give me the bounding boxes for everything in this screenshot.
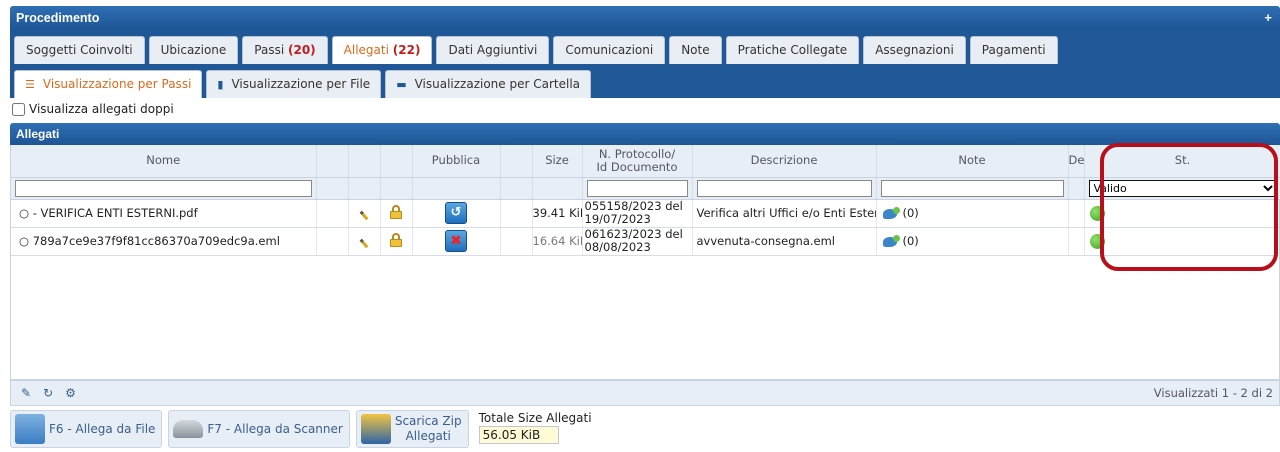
row-nome[interactable]: ○ - VERIFICA ENTI ESTERNI.pdf: [11, 199, 317, 228]
filter-stato-select[interactable]: Valido: [1088, 179, 1277, 197]
allegati-grid: Nome Pubblica Size N. Protocollo/ Id Doc…: [10, 145, 1280, 380]
col-header-pubblica[interactable]: Pubblica: [412, 145, 501, 178]
zip-archive-icon: [360, 414, 391, 444]
lock-icon[interactable]: [390, 232, 402, 247]
subtab-per-cartella[interactable]: ▬ Visualizzazione per Cartella: [385, 70, 592, 98]
panel-title: Procedimento: [16, 11, 100, 25]
filter-descrizione-input[interactable]: [696, 179, 872, 197]
allega-da-file-button[interactable]: F6 - Allega da File: [10, 410, 163, 448]
scarica-zip-button[interactable]: Scarica Zip Allegati: [355, 410, 469, 448]
col-header-blank: [316, 145, 349, 178]
tab-comunicazioni[interactable]: Comunicazioni: [553, 36, 666, 64]
filter-nome-input[interactable]: [15, 179, 312, 197]
allega-da-scanner-button[interactable]: F7 - Allega da Scanner: [168, 410, 350, 448]
folder-icon: ▬: [396, 78, 407, 91]
row-size: 16.64 KiB: [532, 227, 583, 256]
file-icon: ▮: [217, 78, 224, 91]
totale-size-value: 56.05 KiB: [478, 426, 559, 444]
list-icon: ☰: [25, 78, 35, 91]
tab-count: (22): [392, 43, 421, 57]
tab-pratiche-collegate[interactable]: Pratiche Collegate: [725, 36, 860, 64]
row-descrizione: Verifica altri Uffici e/o Enti Esterni: [692, 199, 877, 228]
grid-footer: ✎ ↻ ⚙ Visualizzati 1 - 2 di 2: [10, 380, 1280, 406]
folder-icon: [15, 414, 45, 444]
col-header-blank: [348, 145, 381, 178]
tab-note[interactable]: Note: [669, 36, 722, 64]
grid-title: Allegati: [10, 123, 1280, 145]
col-header-blank: [380, 145, 413, 178]
tab-count: (20): [288, 43, 316, 57]
allegati-doppi-label: Visualizza allegati doppi: [29, 102, 174, 116]
tab-assegnazioni[interactable]: Assegnazioni: [863, 36, 966, 64]
note-icon[interactable]: [882, 234, 900, 247]
pencil-icon[interactable]: [359, 238, 369, 249]
tab-allegati[interactable]: Allegati (22): [331, 36, 433, 64]
pager-info: Visualizzati 1 - 2 di 2: [1153, 386, 1273, 400]
totale-size-label: Totale Size Allegati: [478, 411, 592, 425]
row-note-count: (0): [902, 234, 919, 248]
edit-icon[interactable]: ✎: [21, 386, 31, 400]
col-header-note[interactable]: Note: [876, 145, 1069, 178]
filter-row: Valido: [11, 177, 1280, 200]
actions-bar: F6 - Allega da File F7 - Allega da Scann…: [10, 408, 1280, 452]
tab-passi[interactable]: Passi (20): [242, 36, 328, 64]
subtab-per-passi[interactable]: ☰ Visualizzazione per Passi: [14, 70, 203, 98]
publish-icon[interactable]: ↺: [445, 202, 467, 224]
tab-dati-aggiuntivi[interactable]: Dati Aggiuntivi: [436, 36, 550, 64]
row-protocollo: 055158/2023 del 19/07/2023: [582, 199, 693, 228]
pencil-icon[interactable]: [359, 210, 369, 221]
status-valid-icon: [1089, 233, 1105, 249]
lock-icon[interactable]: [390, 204, 402, 219]
totale-size: Totale Size Allegati 56.05 KiB: [478, 410, 592, 444]
note-icon[interactable]: [882, 206, 900, 219]
settings-gear-icon[interactable]: ⚙: [65, 386, 76, 400]
scanner-icon: [173, 420, 204, 438]
status-valid-icon: [1089, 205, 1105, 221]
col-header-descrizione[interactable]: Descrizione: [692, 145, 877, 178]
expand-plus-icon[interactable]: +: [1264, 6, 1272, 30]
col-header-de[interactable]: De: [1068, 145, 1085, 178]
unpublish-icon[interactable]: ✖: [445, 230, 467, 252]
col-header-blank: [500, 145, 533, 178]
main-tabs: Soggetti Coinvolti Ubicazione Passi (20)…: [10, 30, 1280, 66]
col-header-size[interactable]: Size: [532, 145, 583, 178]
tab-soggetti-coinvolti[interactable]: Soggetti Coinvolti: [14, 36, 145, 64]
row-nome[interactable]: ○ 789a7ce9e37f9f81cc86370a709edc9a.eml: [11, 227, 317, 256]
row-protocollo: 061623/2023 del 08/08/2023: [582, 227, 693, 256]
col-header-protocollo[interactable]: N. Protocollo/ Id Documento: [582, 145, 693, 178]
col-header-nome[interactable]: Nome: [11, 145, 317, 178]
col-header-stato[interactable]: St.: [1084, 145, 1280, 178]
filter-protocollo-input[interactable]: [586, 179, 688, 197]
subtab-per-file[interactable]: ▮ Visualizzazione per File: [206, 70, 382, 98]
view-subtabs: ☰ Visualizzazione per Passi ▮ Visualizza…: [10, 66, 1280, 98]
row-descrizione: avvenuta-consegna.eml: [692, 227, 877, 256]
tab-ubicazione[interactable]: Ubicazione: [148, 36, 239, 64]
row-size: 39.41 KiB: [532, 199, 583, 228]
allegati-doppi-toggle: Visualizza allegati doppi: [12, 100, 174, 118]
table-row[interactable]: ○ 789a7ce9e37f9f81cc86370a709edc9a.eml ✖…: [11, 227, 1280, 256]
tab-pagamenti[interactable]: Pagamenti: [969, 36, 1058, 64]
allegati-doppi-checkbox[interactable]: [12, 102, 25, 116]
table-row[interactable]: ○ - VERIFICA ENTI ESTERNI.pdf ↺ 39.41 Ki…: [11, 199, 1280, 228]
filter-note-input[interactable]: [880, 179, 1064, 197]
refresh-icon[interactable]: ↻: [43, 386, 53, 400]
procedimento-panel-header: Procedimento +: [10, 6, 1280, 30]
row-note-count: (0): [902, 206, 919, 220]
